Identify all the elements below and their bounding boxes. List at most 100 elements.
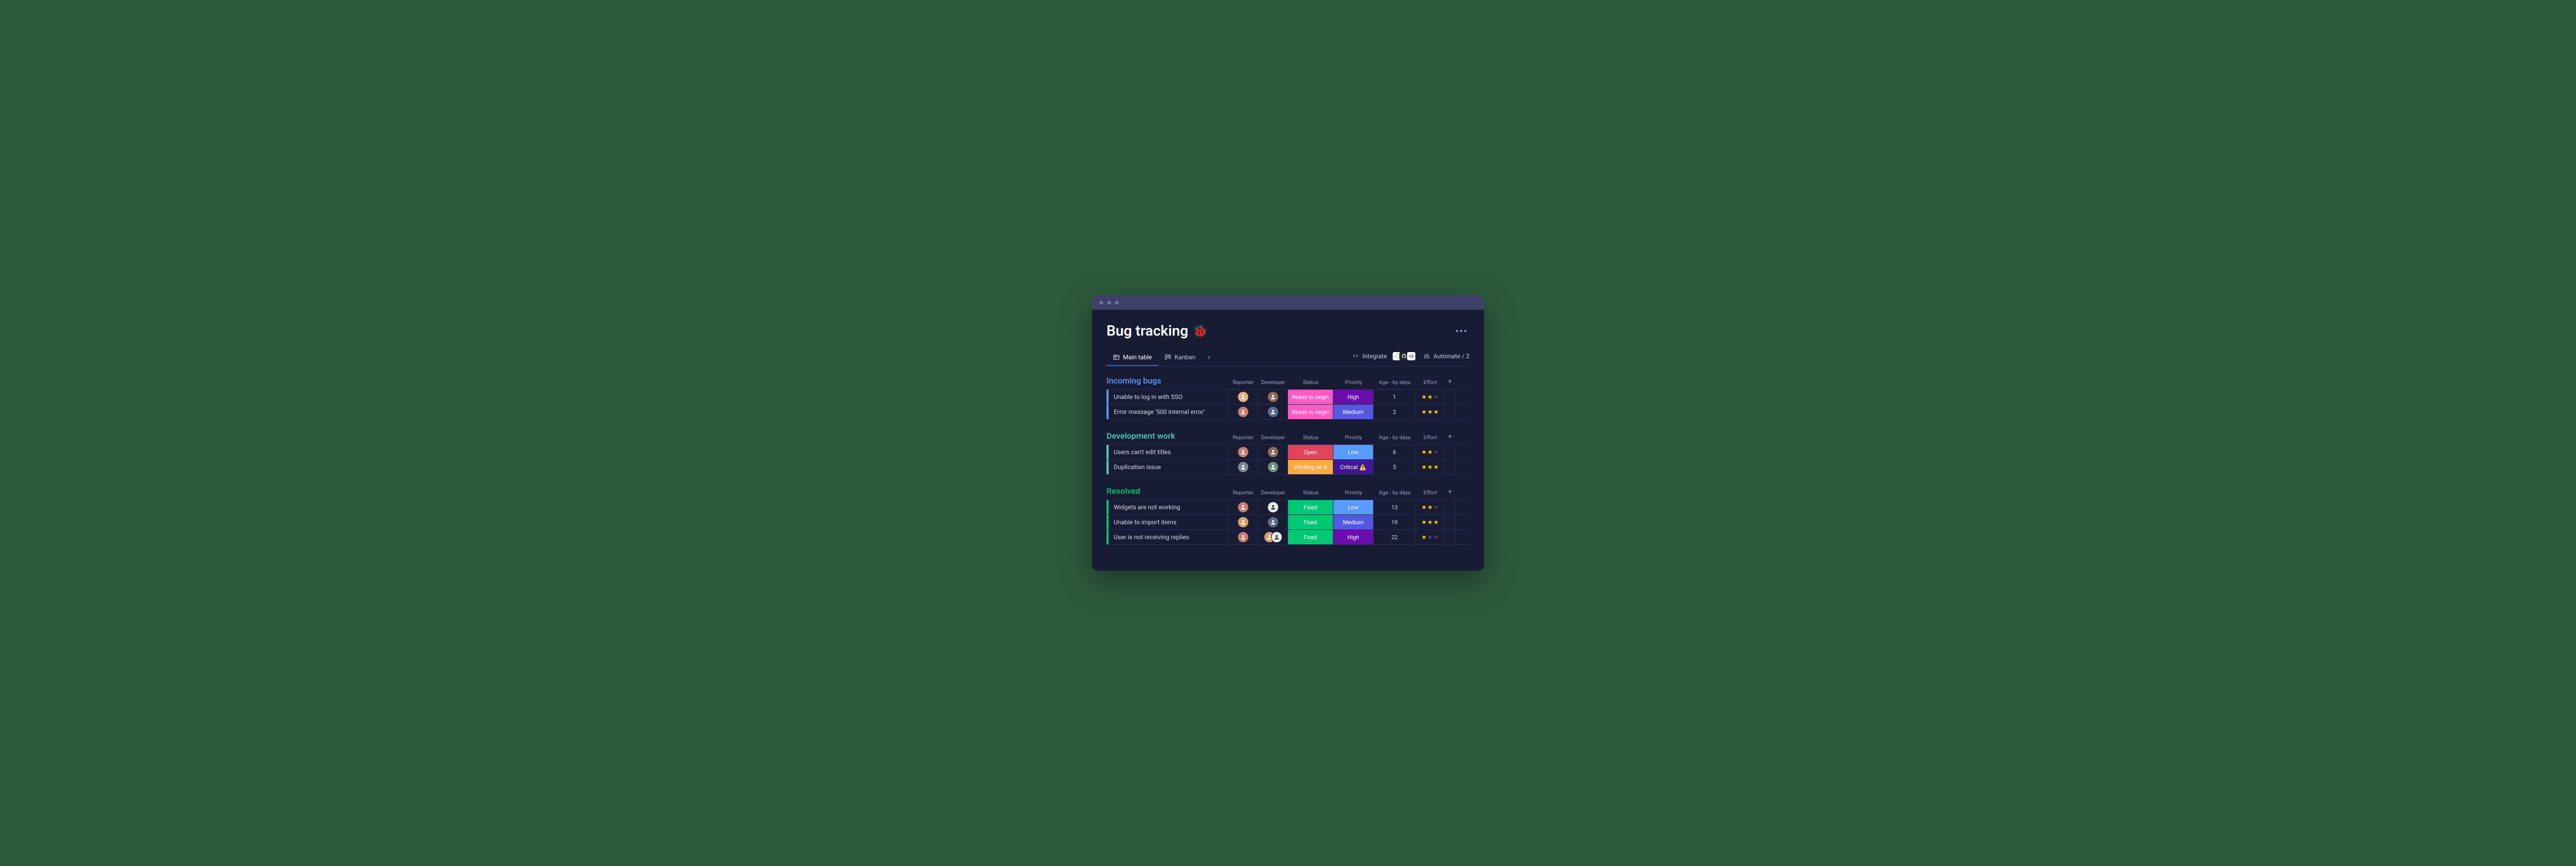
reporter-cell[interactable] [1228,405,1258,419]
avatar[interactable] [1237,446,1249,458]
effort-cell[interactable]: ★★★ [1416,515,1445,529]
avatar[interactable] [1267,391,1279,403]
avatar[interactable] [1237,517,1249,528]
avatar[interactable] [1267,502,1279,513]
priority-cell[interactable]: High [1333,390,1374,404]
priority-cell[interactable]: Critical ⚠️ [1333,460,1374,474]
traffic-light-close[interactable] [1099,301,1103,305]
effort-cell[interactable]: ★★★ [1416,390,1445,404]
age-cell[interactable]: 1 [1374,390,1416,404]
column-header[interactable]: Age - by days [1374,379,1416,388]
table-row[interactable]: Unable to log in with SSOReady to beginH… [1107,389,1469,405]
reporter-cell[interactable] [1228,460,1258,474]
age-cell[interactable]: 6 [1374,445,1416,459]
integrate-button[interactable]: Integrate [1352,353,1387,360]
item-name-cell[interactable]: Widgets are not working [1107,500,1228,514]
priority-cell[interactable]: Medium [1333,515,1374,529]
avatar[interactable] [1237,531,1249,543]
column-header[interactable]: Priority [1333,379,1374,388]
avatar[interactable] [1267,446,1279,458]
age-cell[interactable]: 19 [1374,515,1416,529]
add-view-button[interactable]: + [1202,349,1216,366]
status-cell[interactable]: Ready to begin [1288,390,1333,404]
column-header[interactable]: Developer [1258,434,1288,443]
effort-cell[interactable]: ★★★ [1416,500,1445,514]
group-title[interactable]: Resolved [1107,486,1228,498]
age-cell[interactable]: 5 [1374,460,1416,474]
avatar[interactable] [1267,461,1279,473]
developer-cell[interactable] [1258,530,1288,544]
table-row[interactable]: Error message '500 internal error' Ready … [1107,404,1469,420]
developer-cell[interactable] [1258,460,1288,474]
column-header[interactable]: Status [1288,379,1333,388]
developer-cell[interactable] [1258,390,1288,404]
item-name-cell[interactable]: Unable to import items [1107,515,1228,529]
column-header[interactable]: Reporter [1228,489,1258,498]
item-name-cell[interactable]: Error message '500 internal error' [1107,405,1228,419]
group-title[interactable]: Incoming bugs [1107,376,1228,388]
table-row[interactable]: Users can't edit titles OpenLow6 ★★★ [1107,444,1469,460]
reporter-cell[interactable] [1228,500,1258,514]
table-row[interactable]: User is not receiving replies FixedHigh22… [1107,529,1469,545]
add-column-button[interactable]: + [1445,488,1455,498]
board-title[interactable]: Bug tracking 🐞 [1107,322,1208,339]
status-cell[interactable]: Fixed [1288,500,1333,514]
table-row[interactable]: Duplication issueWorking on itCritical ⚠… [1107,459,1469,475]
effort-stars[interactable]: ★★★ [1421,393,1439,401]
effort-cell[interactable]: ★★★ [1416,460,1445,474]
effort-stars[interactable]: ★★★ [1421,408,1439,415]
developer-cell[interactable] [1258,405,1288,419]
reporter-cell[interactable] [1228,390,1258,404]
status-cell[interactable]: Fixed [1288,515,1333,529]
priority-cell[interactable]: High [1333,530,1374,544]
column-header[interactable]: Effort [1416,379,1445,388]
priority-cell[interactable]: Medium [1333,405,1374,419]
column-header[interactable]: Reporter [1228,434,1258,443]
column-header[interactable]: Priority [1333,489,1374,498]
column-header[interactable]: Effort [1416,434,1445,443]
item-name-cell[interactable]: User is not receiving replies [1107,530,1228,544]
avatar[interactable] [1237,406,1249,418]
column-header[interactable]: Developer [1258,379,1288,388]
effort-stars[interactable]: ★★★ [1421,519,1439,526]
add-column-button[interactable]: + [1445,432,1455,443]
priority-cell[interactable]: Low [1333,445,1374,459]
effort-cell[interactable]: ★★★ [1416,530,1445,544]
reporter-cell[interactable] [1228,530,1258,544]
traffic-light-maximize[interactable] [1115,301,1119,305]
developer-cell[interactable] [1258,445,1288,459]
avatar[interactable] [1237,391,1249,403]
status-cell[interactable]: Fixed [1288,530,1333,544]
integration-badges[interactable]: +2 [1394,352,1416,361]
tab-kanban[interactable]: Kanban [1158,349,1202,366]
table-row[interactable]: Widgets are not workingFixedLow13★★★ [1107,499,1469,515]
status-cell[interactable]: Open [1288,445,1333,459]
age-cell[interactable]: 13 [1374,500,1416,514]
avatar[interactable] [1267,517,1279,528]
reporter-cell[interactable] [1228,515,1258,529]
traffic-light-minimize[interactable] [1107,301,1111,305]
item-name-cell[interactable]: Duplication issue [1107,460,1228,474]
effort-stars[interactable]: ★★★ [1421,504,1439,511]
avatar[interactable] [1237,502,1249,513]
status-cell[interactable]: Ready to begin [1288,405,1333,419]
column-header[interactable]: Developer [1258,489,1288,498]
reporter-cell[interactable] [1228,445,1258,459]
effort-stars[interactable]: ★★★ [1421,448,1439,456]
group-title[interactable]: Development work [1107,431,1228,443]
column-header[interactable]: Reporter [1228,379,1258,388]
column-header[interactable]: Age - by days [1374,489,1416,498]
effort-stars[interactable]: ★★★ [1421,463,1439,471]
avatar[interactable] [1267,406,1279,418]
tab-main-table[interactable]: Main table [1107,349,1158,366]
item-name-cell[interactable]: Users can't edit titles [1107,445,1228,459]
avatar[interactable] [1237,461,1249,473]
age-cell[interactable]: 2 [1374,405,1416,419]
effort-cell[interactable]: ★★★ [1416,405,1445,419]
effort-stars[interactable]: ★★★ [1421,534,1439,541]
add-column-button[interactable]: + [1445,377,1455,388]
developer-cell[interactable] [1258,515,1288,529]
effort-cell[interactable]: ★★★ [1416,445,1445,459]
developer-cell[interactable] [1258,500,1288,514]
age-cell[interactable]: 22 [1374,530,1416,544]
